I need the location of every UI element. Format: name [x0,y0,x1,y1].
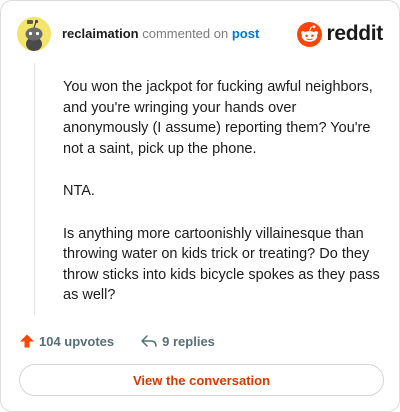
comment-byline: reclaimation commented on post [62,26,259,42]
view-conversation-button[interactable]: View the conversation [19,364,384,396]
reply-arrow-icon [141,335,157,347]
comment-paragraph: You won the jackpot for fucking awful ne… [63,79,373,157]
upvote-arrow-icon [20,334,34,348]
comment-body: You won the jackpot for fucking awful ne… [63,77,385,328]
byline-verb: commented on [142,26,229,41]
replies-count: 9 replies [162,333,215,349]
comment-paragraph: NTA. [63,183,95,199]
embedded-comment-card: reclaimation commented on post reddit Yo… [0,0,400,412]
thread-line [34,63,35,315]
comment-paragraph: Is anything more cartoonishly villainesq… [63,225,380,304]
brand-wordmark: reddit [326,22,383,45]
reddit-logo-icon [297,21,323,47]
snoo-avatar-icon[interactable] [17,17,51,51]
reddit-brand[interactable]: reddit [297,21,383,47]
upvote-count: 104 upvotes [39,333,115,349]
comment-actions: 104 upvotes 9 replies [19,331,241,351]
upvote-button[interactable]: 104 upvotes [19,333,114,349]
comment-header: reclaimation commented on post reddit [17,17,383,51]
replies-button[interactable]: 9 replies [140,333,215,349]
post-link[interactable]: post [232,26,259,41]
username-link[interactable]: reclaimation [62,26,139,41]
